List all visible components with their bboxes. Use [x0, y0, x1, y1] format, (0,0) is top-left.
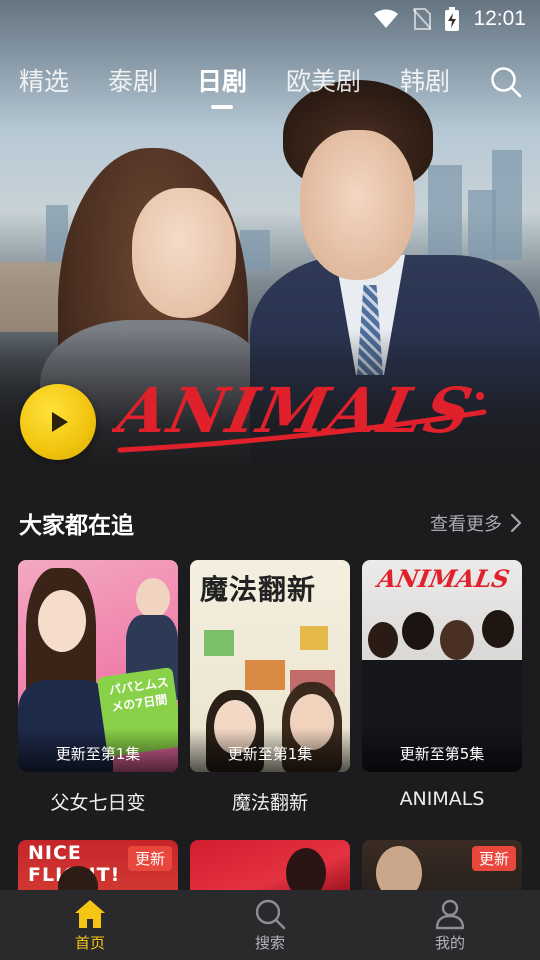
- tab-western-drama[interactable]: 欧美剧: [286, 62, 361, 98]
- episode-progress: 更新至第1集: [190, 728, 350, 772]
- episode-progress: 更新至第5集: [362, 728, 522, 772]
- drama-card[interactable]: 魔法翻新 更新至第1集 魔法翻新: [190, 560, 350, 815]
- tab-korean-drama[interactable]: 韩剧: [400, 62, 450, 98]
- view-more-link[interactable]: 查看更多: [430, 510, 522, 536]
- drama-title[interactable]: ANIMALS: [362, 788, 522, 810]
- poster-title-art: ANIMALS: [375, 564, 512, 593]
- nav-search-label: 搜索: [254, 933, 285, 952]
- nav-home[interactable]: 首页: [0, 890, 180, 960]
- drama-title[interactable]: 父女七日变: [18, 788, 178, 815]
- search-icon: [255, 899, 286, 929]
- no-sim-icon: [413, 8, 432, 30]
- search-icon[interactable]: [490, 66, 522, 98]
- play-button[interactable]: [20, 384, 96, 460]
- poster-title-art: 魔法翻新: [200, 573, 317, 606]
- update-badge: 更新: [127, 846, 172, 871]
- nav-search[interactable]: 搜索: [180, 890, 360, 960]
- drama-poster[interactable]: パパとムスメの7日間 更新至第1集: [18, 560, 178, 772]
- nav-profile[interactable]: 我的: [360, 890, 540, 960]
- status-bar: 12:01: [0, 0, 540, 38]
- hero-title-logo: ANIMALS: [112, 374, 487, 453]
- update-badge: 更新: [471, 846, 516, 871]
- wifi-icon: [374, 9, 399, 28]
- active-tab-indicator: [211, 105, 233, 109]
- drama-title[interactable]: 魔法翻新: [190, 788, 350, 815]
- bottom-nav: 首页 搜索 我的: [0, 890, 540, 960]
- home-icon: [75, 899, 105, 928]
- drama-card[interactable]: ANIMALS 更新至第5集 ANIMALS: [362, 560, 522, 810]
- chevron-right-icon: [510, 513, 522, 533]
- nav-profile-label: 我的: [434, 933, 465, 952]
- drama-card[interactable]: パパとムスメの7日間 更新至第1集 父女七日变: [18, 560, 178, 815]
- episode-progress: 更新至第1集: [18, 728, 178, 772]
- nav-home-label: 首页: [74, 933, 105, 952]
- drama-poster[interactable]: 魔法翻新 更新至第1集: [190, 560, 350, 772]
- play-icon: [52, 412, 68, 432]
- tab-thai-drama[interactable]: 泰剧: [108, 62, 158, 98]
- category-tabs: 精选 泰剧 日剧 欧美剧 韩剧: [0, 62, 540, 106]
- battery-charging-icon: [445, 7, 460, 31]
- tab-featured[interactable]: 精选: [19, 62, 69, 98]
- section-title: 大家都在追: [19, 513, 134, 539]
- tab-japanese-drama[interactable]: 日剧: [197, 62, 247, 98]
- drama-poster[interactable]: ANIMALS 更新至第5集: [362, 560, 522, 772]
- status-time: 12:01: [473, 7, 526, 30]
- view-more-label: 查看更多: [430, 514, 502, 535]
- user-icon: [435, 899, 465, 929]
